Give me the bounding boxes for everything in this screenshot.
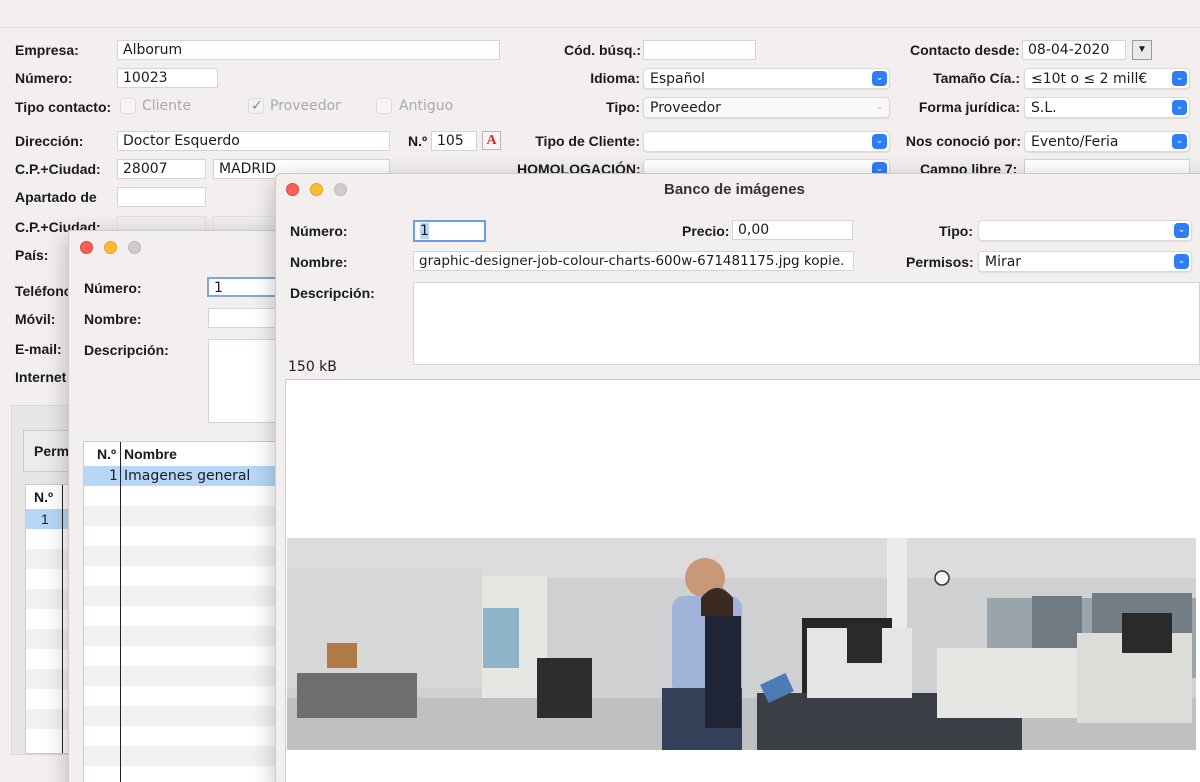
- idioma-select[interactable]: Español ⌄: [643, 68, 890, 89]
- column-divider: [120, 442, 121, 782]
- img-nombre-label: Nombre:: [290, 254, 348, 270]
- img-descripcion-field[interactable]: [413, 282, 1200, 365]
- idioma-label: Idioma:: [590, 70, 640, 86]
- nos-conocio-select[interactable]: Evento/Feria ⌄: [1024, 131, 1190, 152]
- email-label: E-mail:: [15, 341, 62, 357]
- checkmark-icon: ✓: [251, 97, 263, 113]
- table-row: [26, 589, 74, 609]
- cliente-checkbox-label: Cliente: [142, 98, 192, 114]
- nos-conocio-label: Nos conoció por:: [905, 133, 1021, 149]
- font-style-icon[interactable]: A: [482, 131, 501, 150]
- bg-table-row-num: 1: [41, 511, 49, 527]
- tab-permisos-label: Perm: [34, 443, 70, 459]
- antiguo-checkbox[interactable]: [376, 98, 392, 114]
- row-nombre: Imagenes general: [124, 468, 251, 484]
- tamano-select[interactable]: ≤10t o ≤ 2 mill€ ⌄: [1024, 68, 1190, 89]
- cod-busq-label: Cód. búsq.:: [564, 42, 641, 58]
- permisos-label: Permisos:: [906, 254, 974, 270]
- img-descripcion-label: Descripción:: [290, 285, 375, 301]
- tipo-select[interactable]: Proveedor ⌄: [643, 97, 890, 118]
- forma-juridica-value: S.L.: [1031, 100, 1057, 116]
- permisos-value: Mirar: [985, 254, 1022, 270]
- img-numero-field[interactable]: 1: [413, 220, 486, 242]
- empresa-field[interactable]: Alborum: [117, 40, 500, 60]
- cliente-checkbox[interactable]: [120, 98, 136, 114]
- tamano-value: ≤10t o ≤ 2 mill€: [1031, 71, 1148, 87]
- direccion-field[interactable]: Doctor Esquerdo: [117, 131, 390, 151]
- telefono-label: Teléfono: [15, 283, 73, 299]
- empresa-label: Empresa:: [15, 42, 79, 58]
- chevron-down-icon: ⌄: [1172, 71, 1187, 86]
- mid-nombre-label: Nombre:: [84, 311, 142, 327]
- mid-table-num-header: N.º: [97, 446, 117, 462]
- table-row: [26, 549, 74, 569]
- minimize-window-icon[interactable]: [104, 241, 117, 254]
- cod-busq-field[interactable]: [643, 40, 756, 60]
- tipo-cliente-label: Tipo de Cliente:: [535, 133, 640, 149]
- calendar-dropdown-icon[interactable]: ▼: [1132, 40, 1152, 60]
- tipo-contacto-label: Tipo contacto:: [15, 99, 112, 115]
- forma-juridica-label: Forma jurídica:: [918, 99, 1020, 115]
- idioma-value: Español: [650, 71, 705, 87]
- table-row[interactable]: 1: [26, 509, 74, 529]
- numero-calle-field[interactable]: 105: [431, 131, 477, 151]
- direccion-label: Dirección:: [15, 133, 84, 149]
- contacto-desde-field[interactable]: 08-04-2020: [1022, 40, 1126, 60]
- chevron-down-icon: ⌄: [1174, 223, 1189, 238]
- proveedor-checkbox-label: Proveedor: [270, 98, 341, 114]
- table-row: [26, 669, 74, 689]
- img-nombre-field[interactable]: graphic-designer-job-colour-charts-600w-…: [413, 251, 854, 271]
- internet-label: Internet: [15, 369, 67, 385]
- row-num: 1: [109, 468, 118, 484]
- zoom-window-icon[interactable]: [334, 183, 347, 196]
- mid-numero-label: Número:: [84, 280, 142, 296]
- zoom-window-icon[interactable]: [128, 241, 141, 254]
- minimize-window-icon[interactable]: [310, 183, 323, 196]
- numero-label: Número:: [15, 70, 73, 86]
- column-divider: [62, 485, 63, 753]
- window-title: Banco de imágenes: [664, 181, 805, 198]
- numero-calle-label: N.º: [408, 133, 428, 149]
- bg-table-num-header: N.º: [34, 489, 54, 505]
- mid-table-nombre-header: Nombre: [124, 446, 177, 462]
- pais-label: País:: [15, 247, 49, 263]
- precio-field[interactable]: 0,00: [732, 220, 853, 240]
- file-size-label: 150 kB: [288, 359, 337, 375]
- numero-field[interactable]: 10023: [117, 68, 218, 88]
- img-tipo-select[interactable]: ⌄: [978, 220, 1192, 241]
- window-title-bar: [0, 0, 1200, 28]
- nos-conocio-value: Evento/Feria: [1031, 134, 1119, 150]
- forma-juridica-select[interactable]: S.L. ⌄: [1024, 97, 1190, 118]
- tipo-cliente-select[interactable]: ⌄: [643, 131, 890, 152]
- contacto-desde-label: Contacto desde:: [910, 42, 1020, 58]
- antiguo-checkbox-label: Antiguo: [399, 98, 454, 114]
- img-tipo-label: Tipo:: [939, 223, 973, 239]
- mid-descripcion-label: Descripción:: [84, 342, 169, 358]
- img-numero-label: Número:: [290, 223, 348, 239]
- chevron-down-icon: ⌄: [1172, 100, 1187, 115]
- close-window-icon[interactable]: [80, 241, 93, 254]
- movil-label: Móvil:: [15, 311, 56, 327]
- permisos-select[interactable]: Mirar ⌄: [978, 251, 1192, 272]
- chevron-down-icon: ⌄: [1174, 254, 1189, 269]
- office-printer-photo: [287, 538, 1196, 750]
- close-window-icon[interactable]: [286, 183, 299, 196]
- chevron-down-icon: ⌄: [1172, 134, 1187, 149]
- proveedor-checkbox[interactable]: ✓: [248, 97, 264, 114]
- tipo-label: Tipo:: [606, 99, 640, 115]
- cp-field[interactable]: 28007: [117, 159, 206, 179]
- table-row: [26, 709, 74, 729]
- img-numero-value: 1: [420, 223, 429, 239]
- cp-ciudad-label: C.P.+Ciudad:: [15, 161, 101, 177]
- tamano-label: Tamaño Cía.:: [933, 70, 1020, 86]
- precio-label: Precio:: [682, 223, 730, 239]
- tipo-value: Proveedor: [650, 100, 721, 116]
- apartado-label: Apartado de: [15, 189, 97, 205]
- apartado-field[interactable]: [117, 187, 206, 207]
- table-row: [26, 629, 74, 649]
